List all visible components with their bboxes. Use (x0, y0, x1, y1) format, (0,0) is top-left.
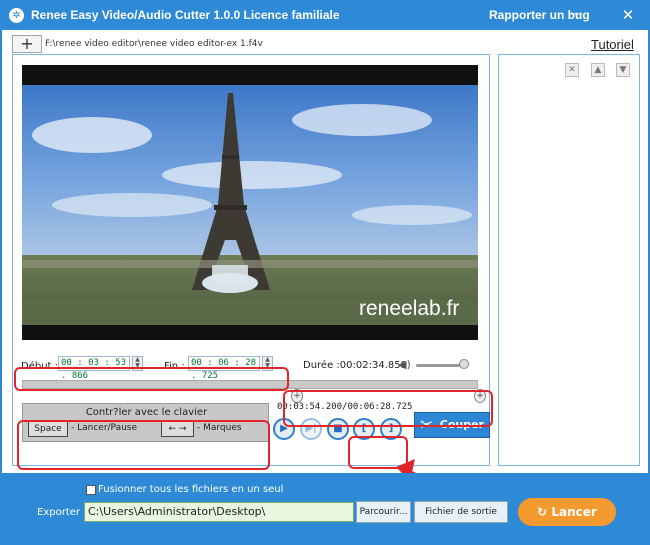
merge-label: Fusionner tous les fichiers en un seul (98, 484, 284, 495)
app-window: ✲ Renee Easy Video/Audio Cutter 1.0.0 Li… (0, 0, 650, 545)
output-folder-button[interactable]: Fichier de sortie (414, 501, 508, 523)
start-button-label: Lancer (551, 505, 597, 519)
duration-text: Durée :00:02:34.859 (303, 360, 407, 371)
file-path: F:\renee video editor\renee video editor… (45, 39, 263, 49)
video-watermark: reneelab.fr (359, 297, 460, 320)
volume-knob[interactable] (459, 359, 469, 369)
file-list-panel: ✕ ▲ ▼ (498, 54, 640, 466)
merge-checkbox[interactable] (86, 485, 96, 495)
app-logo-icon: ✲ (9, 8, 24, 23)
tutorial-link[interactable]: Tutoriel (591, 37, 634, 52)
volume-icon[interactable]: ◀) (398, 358, 411, 371)
video-preview[interactable]: reneelab.fr (22, 65, 478, 340)
keyboard-help-title: Contr?ler avec le clavier (85, 407, 208, 418)
browse-button[interactable]: Parcourir... (356, 501, 411, 523)
move-up-icon[interactable]: ▲ (591, 63, 605, 77)
start-button[interactable]: ↻ Lancer (518, 498, 616, 526)
refresh-icon: ↻ (537, 505, 552, 519)
title-bar: ✲ Renee Easy Video/Audio Cutter 1.0.0 Li… (0, 0, 650, 30)
close-icon[interactable]: ✕ (619, 7, 637, 23)
add-file-button[interactable]: + (12, 35, 42, 53)
remove-icon[interactable]: ✕ (565, 63, 579, 77)
move-down-icon[interactable]: ▼ (616, 63, 630, 77)
highlight-keyboard-help (17, 420, 270, 470)
export-label: Exporter : (37, 507, 87, 518)
export-path-input[interactable]: C:\Users\Administrator\Desktop\ (84, 502, 354, 522)
highlight-markers (283, 390, 493, 427)
minimize-icon[interactable]: — (566, 7, 584, 22)
highlight-time-inputs (14, 367, 289, 391)
window-title: Renee Easy Video/Audio Cutter 1.0.0 Lice… (31, 8, 340, 22)
